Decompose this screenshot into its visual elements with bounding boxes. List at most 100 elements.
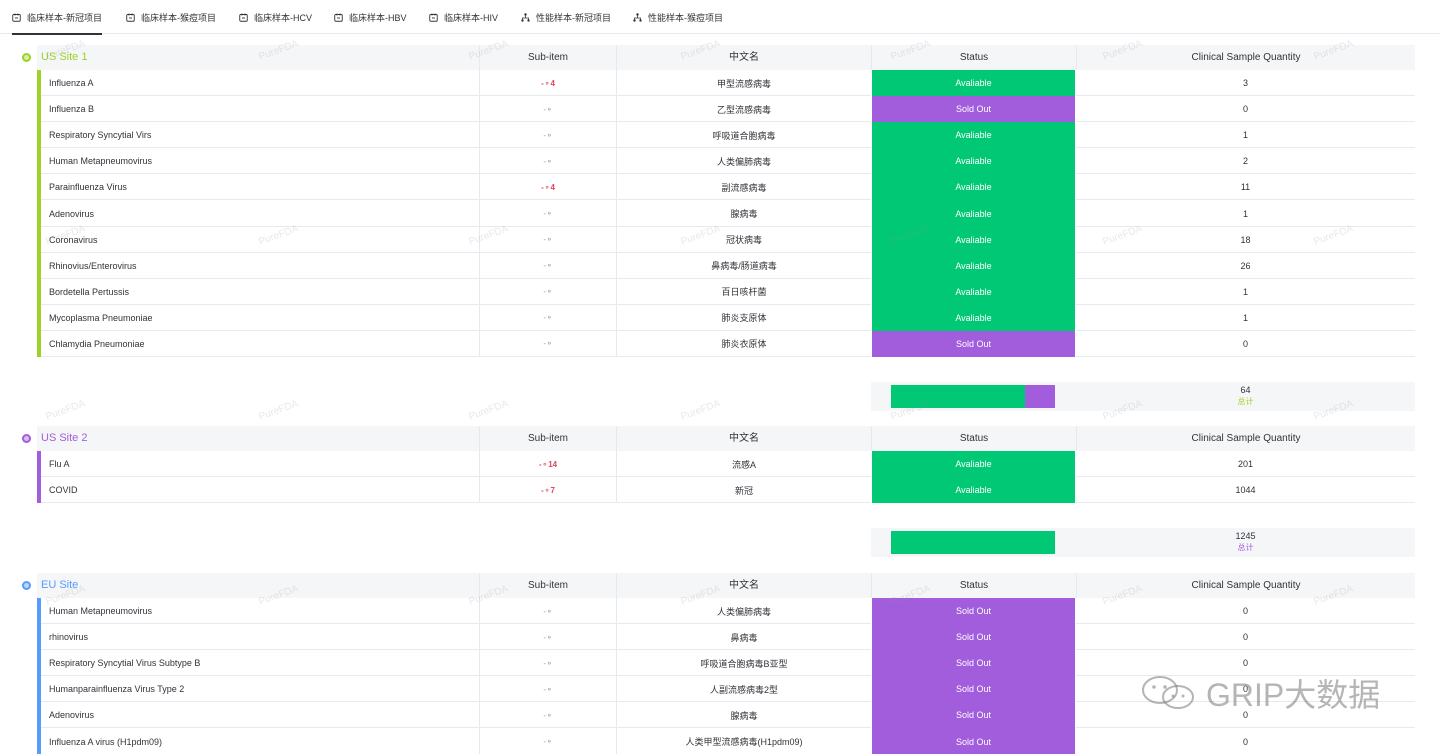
subitem-cell[interactable]: -⚬ <box>479 624 616 651</box>
subitem-cell[interactable]: -⚬ <box>479 122 616 149</box>
table-row[interactable]: Mycoplasma Pneumoniae -⚬ 肺炎支原体 Avaliable 1 <box>0 304 1440 331</box>
collapse-toggle-icon[interactable] <box>22 434 31 443</box>
group-title[interactable]: US Site 2 <box>41 426 87 451</box>
item-name[interactable]: Influenza A <box>49 70 479 96</box>
column-header-qty[interactable]: Clinical Sample Quantity <box>1076 573 1415 598</box>
available-segment <box>891 531 1055 555</box>
table-row[interactable]: Parainfluenza Virus -⚬ 4 副流感病毒 Avaliable 11 <box>0 174 1440 201</box>
status-label[interactable]: Avaliable <box>871 278 1076 305</box>
item-name[interactable]: Rhinovius/Enterovirus <box>49 253 479 279</box>
item-name[interactable]: Influenza B <box>49 96 479 122</box>
item-name[interactable]: Chlamydia Pneumoniae <box>49 331 479 357</box>
column-header-sub[interactable]: Sub-item <box>479 573 616 598</box>
column-header-status[interactable]: Status <box>871 573 1076 598</box>
status-label[interactable]: Sold Out <box>871 650 1076 677</box>
subitem-cell[interactable]: -⚬ <box>479 728 616 754</box>
subitem-cell[interactable]: -⚬ <box>479 330 616 358</box>
status-label[interactable]: Avaliable <box>871 122 1076 149</box>
status-label[interactable]: Sold Out <box>871 598 1076 625</box>
tab-6[interactable]: 性能样本-新冠项目 <box>521 0 611 34</box>
subitem-cell[interactable]: -⚬ 14 <box>479 451 616 478</box>
column-header-cn[interactable]: 中文名 <box>616 573 871 598</box>
subitem-cell[interactable]: -⚬ <box>479 278 616 305</box>
status-label[interactable]: Sold Out <box>871 624 1076 651</box>
subitem-cell[interactable]: -⚬ <box>479 676 616 703</box>
table-row[interactable]: Human Metapneumovirus -⚬ 人类偏肺病毒 Sold Out 0 <box>0 598 1440 625</box>
tab-4[interactable]: 临床样本-HBV <box>334 0 407 34</box>
item-name[interactable]: rhinovirus <box>49 624 479 650</box>
item-name[interactable]: Bordetella Pertussis <box>49 279 479 305</box>
item-name[interactable]: Human Metapneumovirus <box>49 148 479 174</box>
item-name[interactable]: Respiratory Syncytial Virs <box>49 122 479 148</box>
item-name[interactable]: COVID <box>49 477 479 503</box>
subitem-cell[interactable]: -⚬ <box>479 252 616 279</box>
status-label[interactable]: Sold Out <box>871 96 1076 123</box>
subitem-cell[interactable]: -⚬ <box>479 226 616 253</box>
group-title[interactable]: US Site 1 <box>41 45 87 70</box>
item-name[interactable]: Mycoplasma Pneumoniae <box>49 305 479 331</box>
status-label[interactable]: Avaliable <box>871 252 1076 279</box>
column-header-qty[interactable]: Clinical Sample Quantity <box>1076 426 1415 451</box>
status-label[interactable]: Avaliable <box>871 477 1076 504</box>
column-header-sub[interactable]: Sub-item <box>479 426 616 451</box>
column-header-cn[interactable]: 中文名 <box>616 426 871 451</box>
status-label[interactable]: Avaliable <box>871 70 1076 97</box>
tab-7[interactable]: 性能样本-猴痘项目 <box>633 0 723 34</box>
subitem-cell[interactable]: -⚬ 4 <box>479 70 616 97</box>
status-label[interactable]: Sold Out <box>871 330 1076 358</box>
status-label[interactable]: Sold Out <box>871 728 1076 754</box>
status-label[interactable]: Avaliable <box>871 200 1076 227</box>
group-title[interactable]: EU Site <box>41 573 78 598</box>
column-header-qty[interactable]: Clinical Sample Quantity <box>1076 45 1415 70</box>
table-row[interactable]: Chlamydia Pneumoniae -⚬ 肺炎衣原体 Sold Out 0 <box>0 330 1440 358</box>
table-row[interactable]: Influenza B -⚬ 乙型流感病毒 Sold Out 0 <box>0 96 1440 123</box>
table-row[interactable]: Coronavirus -⚬ 冠状病毒 Avaliable 18 <box>0 226 1440 253</box>
subitem-cell[interactable]: -⚬ 7 <box>479 477 616 504</box>
table-row[interactable]: rhinovirus -⚬ 鼻病毒 Sold Out 0 <box>0 624 1440 651</box>
subitem-count: 7 <box>550 485 555 495</box>
tab-3[interactable]: 临床样本-HCV <box>239 0 312 34</box>
item-name[interactable]: Coronavirus <box>49 227 479 253</box>
table-row[interactable]: Influenza A -⚬ 4 甲型流感病毒 Avaliable 3 <box>0 70 1440 97</box>
status-label[interactable]: Sold Out <box>871 676 1076 703</box>
status-label[interactable]: Avaliable <box>871 451 1076 478</box>
tab-1[interactable]: 临床样本-新冠项目 <box>12 0 102 35</box>
column-header-cn[interactable]: 中文名 <box>616 45 871 70</box>
column-header-status[interactable]: Status <box>871 426 1076 451</box>
subitem-cell[interactable]: -⚬ <box>479 200 616 227</box>
status-label[interactable]: Avaliable <box>871 226 1076 253</box>
status-label[interactable]: Avaliable <box>871 148 1076 175</box>
subitem-cell[interactable]: -⚬ <box>479 96 616 123</box>
table-row[interactable]: Flu A -⚬ 14 流感A Avaliable 201 <box>0 451 1440 478</box>
item-name[interactable]: Adenovirus <box>49 200 479 226</box>
item-name[interactable]: Flu A <box>49 451 479 477</box>
subitem-cell[interactable]: -⚬ <box>479 702 616 729</box>
tab-5[interactable]: 临床样本-HIV <box>429 0 498 34</box>
table-row[interactable]: Adenovirus -⚬ 腺病毒 Avaliable 1 <box>0 200 1440 227</box>
subitem-cell[interactable]: -⚬ <box>479 148 616 175</box>
item-name[interactable]: Respiratory Syncytial Virus Subtype B <box>49 650 479 676</box>
column-header-status[interactable]: Status <box>871 45 1076 70</box>
collapse-toggle-icon[interactable] <box>22 581 31 590</box>
collapse-toggle-icon[interactable] <box>22 53 31 62</box>
status-label[interactable]: Sold Out <box>871 702 1076 729</box>
subitem-cell[interactable]: -⚬ 4 <box>479 174 616 201</box>
item-name[interactable]: Parainfluenza Virus <box>49 174 479 200</box>
subitem-cell[interactable]: -⚬ <box>479 598 616 625</box>
subitem-cell[interactable]: -⚬ <box>479 650 616 677</box>
status-label[interactable]: Avaliable <box>871 174 1076 201</box>
table-row[interactable]: Rhinovius/Enterovirus -⚬ 鼻病毒/肠道病毒 Avaliable… <box>0 252 1440 279</box>
table-row[interactable]: Influenza A virus (H1pdm09) -⚬ 人类甲型流感病毒(H1… <box>0 728 1440 754</box>
item-name[interactable]: Humanparainfluenza Virus Type 2 <box>49 676 479 702</box>
table-row[interactable]: COVID -⚬ 7 新冠 Avaliable 1044 <box>0 477 1440 504</box>
table-row[interactable]: Bordetella Pertussis -⚬ 百日咳杆菌 Avaliable 1 <box>0 278 1440 305</box>
table-row[interactable]: Human Metapneumovirus -⚬ 人类偏肺病毒 Avaliable 2 <box>0 148 1440 175</box>
subitem-cell[interactable]: -⚬ <box>479 304 616 331</box>
item-name[interactable]: Influenza A virus (H1pdm09) <box>49 728 479 754</box>
item-name[interactable]: Adenovirus <box>49 702 479 728</box>
table-row[interactable]: Respiratory Syncytial Virs -⚬ 呼吸道合胞病毒 Avali… <box>0 122 1440 149</box>
tab-2[interactable]: 临床样本-猴痘项目 <box>126 0 216 34</box>
status-label[interactable]: Avaliable <box>871 304 1076 331</box>
column-header-sub[interactable]: Sub-item <box>479 45 616 70</box>
item-name[interactable]: Human Metapneumovirus <box>49 598 479 624</box>
